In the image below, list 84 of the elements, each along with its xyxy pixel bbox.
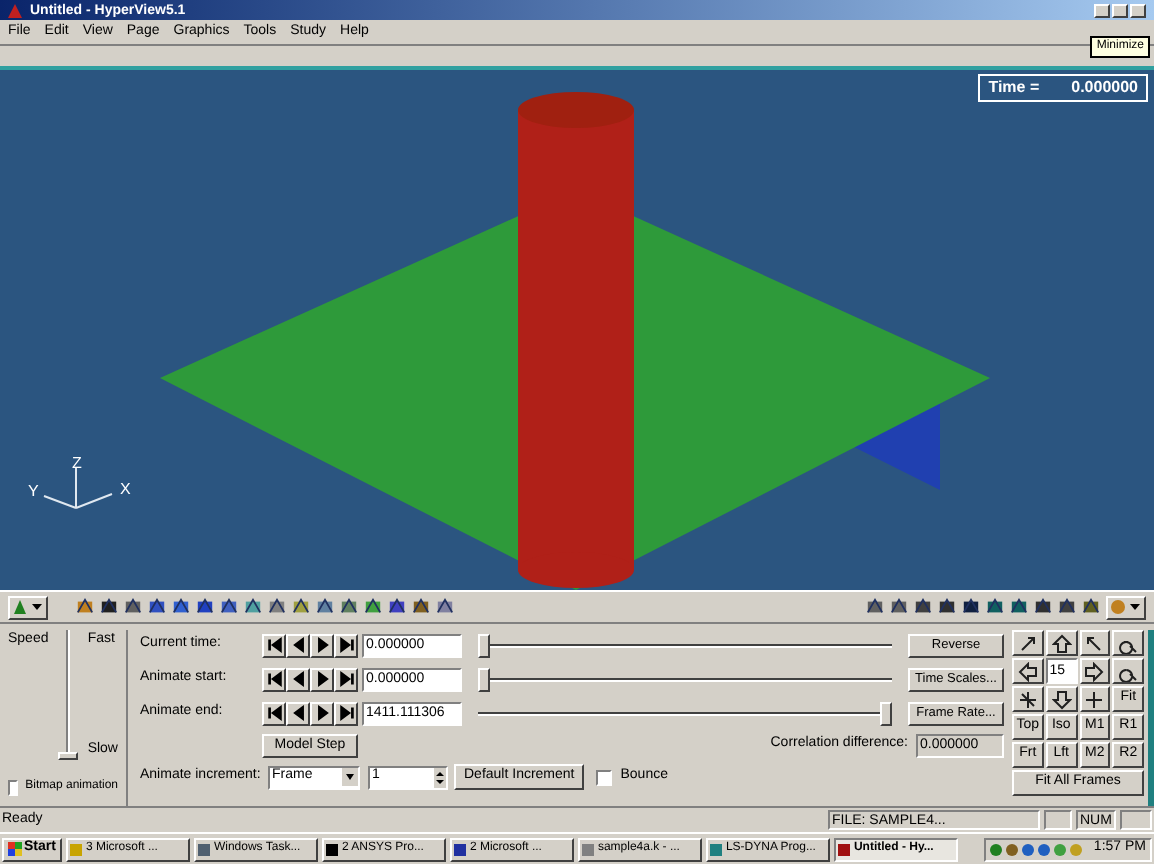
view-icon xyxy=(1017,633,1038,653)
view-button[interactable] xyxy=(1045,630,1077,656)
slider-thumb[interactable] xyxy=(880,701,892,725)
slider-thumb[interactable] xyxy=(478,633,490,657)
tool-icon[interactable] xyxy=(962,598,980,616)
view-button[interactable] xyxy=(1112,630,1144,656)
windows-logo-icon xyxy=(8,842,22,856)
tool-icon[interactable] xyxy=(148,598,166,616)
tool-icon[interactable] xyxy=(172,598,190,616)
view-icon xyxy=(1084,689,1105,709)
playback-button[interactable] xyxy=(262,667,286,691)
tool-icon[interactable] xyxy=(412,598,430,616)
view-button[interactable] xyxy=(1079,658,1111,684)
speed-slider[interactable] xyxy=(60,630,76,760)
view-icon xyxy=(1051,633,1072,653)
spin-icon xyxy=(434,767,446,787)
tool-icon[interactable] xyxy=(124,598,142,616)
playback-button[interactable] xyxy=(262,701,286,725)
view-button[interactable] xyxy=(1112,658,1144,684)
view-button[interactable] xyxy=(1079,630,1111,656)
tool-icon[interactable] xyxy=(890,598,908,616)
playback-icon xyxy=(337,670,355,688)
playback-button[interactable] xyxy=(334,701,358,725)
playback-button[interactable] xyxy=(262,633,286,657)
playback-button[interactable] xyxy=(310,633,334,657)
checkbox[interactable] xyxy=(596,769,613,785)
color-picker-button[interactable] xyxy=(8,595,48,619)
playback-icon xyxy=(265,704,283,722)
playback-icon xyxy=(337,704,355,722)
view-icon xyxy=(1051,689,1072,709)
view-icon xyxy=(1084,633,1105,653)
axis-label: Z xyxy=(72,456,82,472)
caret-icon xyxy=(1110,598,1142,616)
view-button[interactable] xyxy=(1012,630,1044,656)
slider-thumb[interactable] xyxy=(58,752,79,760)
playback-button[interactable] xyxy=(310,667,334,691)
caret-icon xyxy=(12,598,44,616)
view-button[interactable] xyxy=(1012,658,1044,684)
playback-button[interactable] xyxy=(286,701,310,725)
tool-icon[interactable] xyxy=(436,598,454,616)
tool-icon[interactable] xyxy=(340,598,358,616)
playback-icon xyxy=(265,636,283,654)
tool-icon[interactable] xyxy=(1082,598,1100,616)
view-button[interactable] xyxy=(1045,686,1077,712)
tool-icon[interactable] xyxy=(1010,598,1028,616)
time-slider[interactable] xyxy=(478,667,892,691)
tool-icon[interactable] xyxy=(938,598,956,616)
display-menu-button[interactable] xyxy=(1106,595,1146,619)
axis-label: X xyxy=(120,480,131,498)
playback-button[interactable] xyxy=(334,667,358,691)
axis-label: Y xyxy=(28,482,39,500)
tool-icon[interactable] xyxy=(1058,598,1076,616)
view-button[interactable] xyxy=(1079,686,1111,712)
view-icon xyxy=(1017,689,1038,709)
playback-icon xyxy=(265,670,283,688)
view-icon xyxy=(1017,661,1038,681)
tool-icon[interactable] xyxy=(388,598,406,616)
tool-icon[interactable] xyxy=(866,598,884,616)
playback-icon xyxy=(337,636,355,654)
app-icon xyxy=(8,3,22,17)
time-display: Time = 0.000000 xyxy=(978,74,1148,102)
tool-icon[interactable] xyxy=(292,598,310,616)
playback-button[interactable] xyxy=(334,633,358,657)
tool-icon[interactable] xyxy=(76,598,94,616)
tool-icon[interactable] xyxy=(220,598,238,616)
tool-icon[interactable] xyxy=(100,598,118,616)
playback-button[interactable] xyxy=(286,633,310,657)
playback-button[interactable] xyxy=(286,667,310,691)
tool-icon[interactable] xyxy=(244,598,262,616)
view-button[interactable] xyxy=(1012,686,1044,712)
view-icon xyxy=(1084,661,1105,681)
slider-thumb[interactable] xyxy=(478,667,490,691)
tool-icon[interactable] xyxy=(364,598,382,616)
caret-icon xyxy=(342,768,358,786)
tool-icon[interactable] xyxy=(986,598,1004,616)
playback-button[interactable] xyxy=(310,701,334,725)
time-slider[interactable] xyxy=(478,701,892,725)
tool-icon[interactable] xyxy=(1034,598,1052,616)
tool-icon[interactable] xyxy=(196,598,214,616)
time-slider[interactable] xyxy=(478,633,892,657)
tool-icon[interactable] xyxy=(316,598,334,616)
tool-icon[interactable] xyxy=(914,598,932,616)
checkbox[interactable] xyxy=(8,779,18,795)
tool-icon[interactable] xyxy=(268,598,286,616)
